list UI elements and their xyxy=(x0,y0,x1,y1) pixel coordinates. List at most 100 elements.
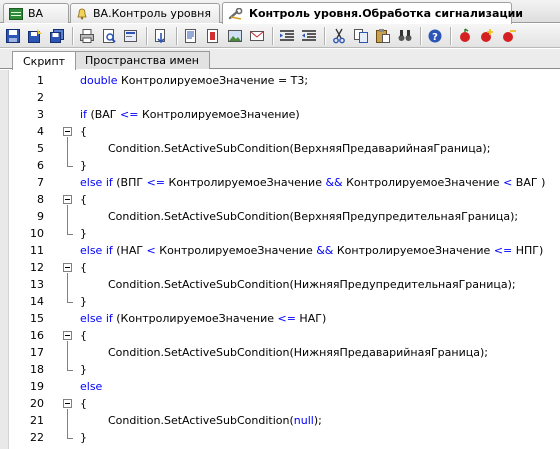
code-line[interactable]: 11 else if (НАГ < КонтролируемоеЗначение … xyxy=(0,242,560,259)
operator-token: && xyxy=(325,176,343,189)
code-line[interactable]: 1 double КонтролируемоеЗначение = Т3; xyxy=(0,72,560,89)
code-text: { xyxy=(80,259,87,276)
code-token: НАГ) xyxy=(295,312,327,325)
code-line[interactable]: 13 Condition.SetActiveSubCondition(Нижня… xyxy=(0,276,560,293)
wrench-icon xyxy=(228,7,244,20)
keyword-token: else if xyxy=(80,312,117,325)
collapse-toggle-icon[interactable] xyxy=(63,331,72,340)
code-line[interactable]: 5 Condition.SetActiveSubCondition(Верхня… xyxy=(0,140,560,157)
code-line[interactable]: 7 else if (ВПГ <= КонтролируемоеЗначение … xyxy=(0,174,560,191)
code-line[interactable]: 19 else xyxy=(0,378,560,395)
code-token: } xyxy=(80,227,87,240)
operator-token: < xyxy=(503,176,513,189)
bookmark-icon[interactable] xyxy=(204,27,222,45)
fold-end-marker xyxy=(67,302,73,303)
doc-tab-va[interactable]: ВА xyxy=(3,3,69,23)
image-icon[interactable] xyxy=(226,27,244,45)
code-text: { xyxy=(80,327,87,344)
code-token: КонтролируемоеЗначение xyxy=(155,244,317,257)
code-text: Condition.SetActiveSubCondition(ВерхняяП… xyxy=(80,140,490,157)
tab-namespaces[interactable]: Пространства имен xyxy=(74,51,210,69)
code-text: Condition.SetActiveSubCondition(null); xyxy=(80,412,322,429)
toolbar-separator xyxy=(176,26,177,45)
code-line[interactable]: 10} xyxy=(0,225,560,242)
code-token: (НАГ xyxy=(116,244,147,257)
code-line[interactable]: 9 Condition.SetActiveSubCondition(Верхня… xyxy=(0,208,560,225)
fold-guide-line xyxy=(67,137,68,166)
document-icon[interactable] xyxy=(182,27,200,45)
print-icon[interactable] xyxy=(78,27,96,45)
code-token: { xyxy=(80,397,87,410)
collapse-toggle-icon[interactable] xyxy=(63,263,72,272)
breakpoint-icon[interactable] xyxy=(456,27,474,45)
tab-script[interactable]: Скрипт xyxy=(12,51,77,70)
code-text: } xyxy=(80,225,87,242)
code-token: { xyxy=(80,329,87,342)
print-preview-icon[interactable] xyxy=(100,27,118,45)
code-line[interactable]: 20 { xyxy=(0,395,560,412)
toolbar-separator xyxy=(450,26,451,45)
line-number: 21 xyxy=(30,414,44,427)
toolbar: ? xyxy=(0,24,560,48)
save-all-icon[interactable] xyxy=(48,27,66,45)
collapse-toggle-icon[interactable] xyxy=(63,127,72,136)
save-icon[interactable] xyxy=(4,27,22,45)
code-editor[interactable]: 1 double КонтролируемоеЗначение = Т3; 2 3 if… xyxy=(0,70,560,449)
operator-token: && xyxy=(316,244,334,257)
indent-icon[interactable] xyxy=(278,27,296,45)
code-line[interactable]: 18} xyxy=(0,361,560,378)
code-line[interactable]: 2 xyxy=(0,89,560,106)
code-token: { xyxy=(80,261,87,274)
cut-icon[interactable] xyxy=(330,27,348,45)
line-number: 1 xyxy=(37,74,44,87)
doc-tab-level-control[interactable]: ВА.Контроль уровня xyxy=(70,3,220,23)
doc-tab-alarm-processing[interactable]: Контроль уровня.Обработка сигнализации xyxy=(222,2,523,24)
code-line[interactable]: 12 { xyxy=(0,259,560,276)
code-token: { xyxy=(80,193,87,206)
fold-end-marker xyxy=(67,166,73,167)
code-line[interactable]: 21 Condition.SetActiveSubCondition(null)… xyxy=(0,412,560,429)
paste-icon[interactable] xyxy=(374,27,392,45)
fold-guide-line xyxy=(67,409,68,438)
breakpoint-remove-icon[interactable] xyxy=(500,27,518,45)
line-number: 20 xyxy=(30,397,44,410)
code-line[interactable]: 17 Condition.SetActiveSubCondition(Нижня… xyxy=(0,344,560,361)
code-line[interactable]: 14} xyxy=(0,293,560,310)
code-token: ВАГ ) xyxy=(512,176,546,189)
code-line[interactable]: 22} xyxy=(0,429,560,446)
collapse-toggle-icon[interactable] xyxy=(63,195,72,204)
code-token: НПГ) xyxy=(512,244,544,257)
fold-end-marker xyxy=(67,438,73,439)
save-as-icon[interactable] xyxy=(26,27,44,45)
import-icon[interactable] xyxy=(152,27,170,45)
breakpoint-add-icon[interactable] xyxy=(478,27,496,45)
keyword-token: else if xyxy=(80,244,117,257)
code-line[interactable]: 15 else if (КонтролируемоеЗначение <= НАГ… xyxy=(0,310,560,327)
help-icon[interactable]: ? xyxy=(426,27,444,45)
copy-icon[interactable] xyxy=(352,27,370,45)
line-number: 18 xyxy=(30,363,44,376)
code-line[interactable]: 6} xyxy=(0,157,560,174)
outdent-icon[interactable] xyxy=(300,27,318,45)
code-line[interactable]: 4{ xyxy=(0,123,560,140)
code-token: КонтролируемоеЗначение = Т3; xyxy=(121,74,309,87)
code-token: (КонтролируемоеЗначение xyxy=(116,312,278,325)
doc-tab-label: Контроль уровня.Обработка сигнализации xyxy=(249,7,524,20)
toolbar-separator xyxy=(420,26,421,45)
code-token: } xyxy=(80,431,87,444)
line-number: 3 xyxy=(37,108,44,121)
toolbar-separator xyxy=(146,26,147,45)
code-text: } xyxy=(80,157,87,174)
email-icon[interactable] xyxy=(248,27,266,45)
code-line[interactable]: 3 if (ВАГ <= КонтролируемоеЗначение) xyxy=(0,106,560,123)
code-line[interactable]: 8{ xyxy=(0,191,560,208)
collapse-toggle-icon[interactable] xyxy=(63,399,72,408)
operator-token: <= xyxy=(277,312,296,325)
export-icon[interactable] xyxy=(122,27,140,45)
operator-token: <= xyxy=(120,108,139,121)
find-icon[interactable] xyxy=(396,27,414,45)
code-token: } xyxy=(80,159,87,172)
code-token: КонтролируемоеЗначение xyxy=(342,176,504,189)
code-line[interactable]: 16 { xyxy=(0,327,560,344)
operator-token: <= xyxy=(146,176,166,189)
